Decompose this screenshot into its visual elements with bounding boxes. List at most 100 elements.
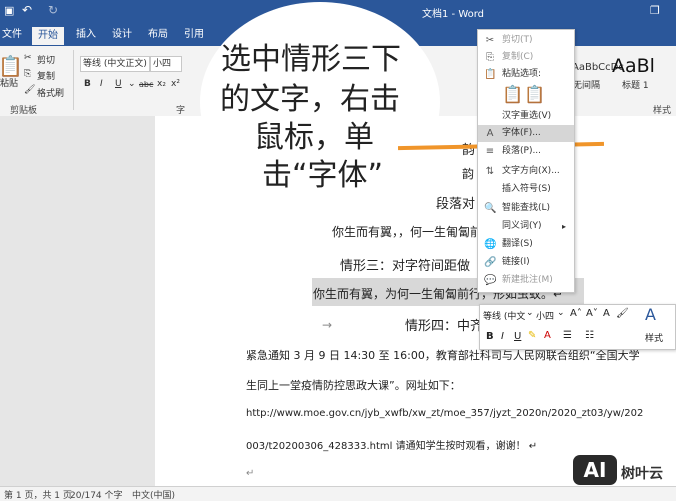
tab-home[interactable]: 开始 (32, 27, 64, 45)
menu-item-smart-lookup[interactable]: 🔍 智能查找(L) (478, 200, 574, 217)
mini-bold-button[interactable]: B (486, 331, 494, 342)
paste-options-icon: 📋 (484, 69, 497, 80)
tab-insert[interactable]: 插入 (70, 26, 102, 44)
mini-styles-label: 样式 (645, 334, 664, 344)
doc-subheading-partial: 韵 (462, 167, 475, 181)
menu-item-text-direction-label: 文字方向(X)... (502, 166, 560, 176)
tab-layout[interactable]: 布局 (142, 26, 174, 44)
menu-item-cut[interactable]: ✂ 剪切(T) (478, 32, 574, 49)
window-title: 文档1 - Word (422, 9, 485, 20)
mini-font-name[interactable]: 等线 (中文 (483, 309, 525, 322)
mini-italic-button[interactable]: I (501, 331, 504, 342)
restore-icon[interactable]: ❐ (650, 4, 660, 17)
menu-item-text-direction[interactable]: ⇅ 文字方向(X)... (478, 163, 574, 180)
status-word-count[interactable]: 20/174 个字 (70, 488, 123, 501)
menu-item-copy-label: 复制(C) (502, 52, 534, 62)
format-painter-icon: 🖌 (24, 85, 36, 95)
menu-item-translate-label: 翻译(S) (502, 239, 533, 249)
font-group-label: 字 (176, 106, 186, 116)
doc-line-1: 你生而有翼，，何一生匍匐前 (332, 225, 483, 239)
status-language[interactable]: 中文(中国) (132, 488, 175, 501)
paste-keep-format-icon[interactable]: 📋 (502, 85, 523, 105)
styles-icon[interactable]: A (645, 305, 656, 324)
menu-item-synonyms-label: 同义词(Y) (502, 221, 542, 231)
format-painter-icon[interactable]: 🖌 (616, 308, 629, 319)
paragraph-icon: ≡ (485, 146, 495, 157)
menu-item-paste-options: 📋 粘贴选项: (478, 66, 574, 83)
underline-dropdown-icon[interactable]: ⌄ (128, 79, 136, 89)
paste-icon[interactable]: 📋 (0, 54, 23, 78)
emphasis-icon[interactable]: A (603, 308, 610, 319)
paragraph-mark-icon: ↵ (246, 468, 255, 479)
grow-font-icon[interactable]: A˄ (570, 308, 582, 319)
menu-item-new-comment-label: 新建批注(M) (502, 275, 553, 285)
bubble-line-1: 选中情形三下 (221, 42, 401, 77)
menu-item-smart-lookup-label: 智能查找(L) (502, 203, 551, 213)
menu-item-reconversion[interactable]: 汉字重选(V) (478, 108, 574, 125)
font-size-combo[interactable]: 小四 (150, 56, 182, 72)
paste-button[interactable]: 粘贴 (0, 76, 18, 89)
tab-arrow-icon: → (322, 318, 333, 332)
font-icon: A (486, 128, 494, 139)
menu-item-synonyms[interactable]: 同义词(Y) ▸ (478, 218, 574, 235)
font-name-combo[interactable]: 等线 (中文正文) (80, 56, 150, 72)
strikethrough-button[interactable]: abc (139, 80, 153, 89)
divider (73, 50, 74, 110)
menu-item-new-comment[interactable]: 💬 新建批注(M) (478, 272, 574, 289)
copy-icon: ⎘ (24, 69, 32, 79)
menu-item-paragraph[interactable]: ≡ 段落(P)... (478, 143, 574, 160)
superscript-button[interactable]: x² (171, 79, 180, 89)
menu-item-link[interactable]: 🔗 链接(I) (478, 254, 574, 271)
menu-item-insert-symbol[interactable]: 插入符号(S) (478, 181, 574, 198)
doc-case3-label: 情形三：对字符间距做 (340, 259, 471, 274)
bullets-icon[interactable]: ☰ (563, 330, 572, 341)
clipboard-group-label: 剪贴板 (10, 106, 38, 116)
menu-item-translate[interactable]: 🌐 翻译(S) (478, 236, 574, 253)
undo-icon[interactable]: ↶ (22, 3, 32, 17)
chevron-down-icon[interactable]: ⌄ (526, 308, 534, 318)
subscript-button[interactable]: x₂ (157, 79, 166, 89)
tab-references[interactable]: 引用 (178, 26, 210, 44)
redo-icon[interactable]: ↻ (48, 3, 58, 17)
menu-item-font-label: 字体(F)... (502, 128, 541, 138)
cut-button[interactable]: 剪切 (37, 53, 55, 66)
tab-design[interactable]: 设计 (106, 26, 138, 44)
format-painter-button[interactable]: 格式刷 (37, 86, 64, 99)
font-color-icon[interactable]: A (544, 330, 551, 341)
style-heading1-sample[interactable]: AaBl (612, 55, 655, 77)
underline-button[interactable]: U (115, 79, 122, 89)
copy-button[interactable]: 复制 (37, 69, 55, 82)
menu-item-font[interactable]: A 字体(F)... (478, 125, 574, 142)
shrink-font-icon[interactable]: A˅ (586, 308, 598, 319)
mini-toolbar: 等线 (中文 ⌄ 小四 ⌄ A˄ A˅ A 🖌 A B I U ✎ A ☰ ☷ … (479, 304, 676, 350)
doc-url-2[interactable]: 003/t20200306_428333.html 请通知学生按时观看，谢谢！ … (246, 437, 537, 452)
highlight-icon[interactable]: ✎ (528, 330, 536, 341)
watermark-logo: AI (573, 455, 617, 485)
doc-url-1[interactable]: http://www.moe.gov.cn/jyb_xwfb/xw_zt/moe… (246, 408, 643, 419)
menu-item-paste-label: 粘贴选项: (502, 69, 542, 79)
mini-underline-button[interactable]: U (514, 331, 521, 342)
menu-item-insert-symbol-label: 插入符号(S) (502, 184, 551, 194)
bold-button[interactable]: B (84, 79, 91, 89)
watermark-text: 树叶云 (621, 466, 663, 482)
bubble-line-4: 击“字体” (262, 158, 384, 193)
menu-item-cut-label: 剪切(T) (502, 35, 533, 45)
cut-icon: ✂ (24, 53, 32, 63)
chevron-down-icon[interactable]: ⌄ (557, 308, 565, 318)
status-page[interactable]: 第 1 页，共 1 页 (4, 488, 72, 501)
context-menu: ✂ 剪切(T) ⎘ 复制(C) 📋 粘贴选项: 📋 📋 汉字重选(V) A 字体(F).… (477, 29, 575, 293)
numbering-icon[interactable]: ☷ (585, 330, 594, 341)
menu-item-copy[interactable]: ⎘ 复制(C) (478, 49, 574, 66)
mini-font-size[interactable]: 小四 (536, 309, 554, 322)
save-icon[interactable]: ▣ (4, 4, 14, 17)
style-heading1-label: 标题 1 (622, 81, 649, 91)
doc-para-2: 生同上一堂疫情防控思政大课”。网址如下： (246, 379, 461, 392)
paste-text-only-icon[interactable]: 📋 (524, 85, 545, 105)
translate-icon: 🌐 (484, 239, 497, 250)
menu-item-reconversion-label: 汉字重选(V) (502, 111, 552, 121)
tab-file[interactable]: 文件 (0, 26, 28, 44)
style-nospacing-label: 无间隔 (573, 81, 601, 91)
link-icon: 🔗 (484, 257, 497, 268)
text-direction-icon: ⇅ (485, 166, 495, 177)
italic-button[interactable]: I (100, 79, 103, 89)
